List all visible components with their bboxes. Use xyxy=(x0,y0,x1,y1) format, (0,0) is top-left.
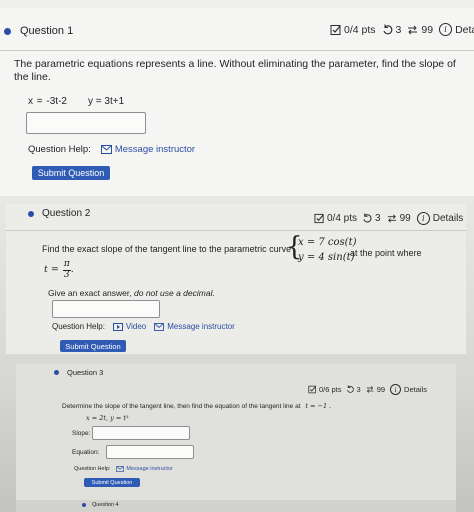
question-1-points: 0/4 pts xyxy=(344,23,376,36)
t-equals: t = xyxy=(44,264,59,276)
page: Question 1 0/4 pts 3 99 i Deta The param… xyxy=(0,0,474,512)
question-3-meta: 0/6 pts 3 99 i Details xyxy=(308,384,427,395)
question-1-answer-input[interactable] xyxy=(26,112,146,134)
message-instructor-link[interactable]: Message instructor xyxy=(115,144,195,155)
question-2-prompt: Find the exact slope of the tangent line… xyxy=(42,244,292,254)
mail-icon[interactable] xyxy=(116,466,125,472)
t-denominator: 3 xyxy=(63,269,70,280)
retry-icon xyxy=(346,385,354,393)
at-point-text: at the point where xyxy=(350,248,422,258)
question-2-retries: 3 xyxy=(375,213,381,224)
equation-label: Equation: xyxy=(72,449,100,456)
question-help-label: Question Help: xyxy=(28,144,91,155)
question-3-points: 0/6 pts xyxy=(319,385,342,394)
score-check-icon xyxy=(314,213,324,224)
question-4-header: Question 4 xyxy=(82,502,119,508)
note-emphasis: do not use a decimal. xyxy=(134,288,215,298)
divider xyxy=(0,50,474,51)
question-1-attempts: 99 xyxy=(421,23,434,36)
slope-label: Slope: xyxy=(72,430,91,437)
info-icon[interactable]: i xyxy=(416,212,430,225)
info-icon[interactable]: i xyxy=(439,23,453,36)
question-help-label: Question Help: xyxy=(74,466,111,472)
t-value: t = π 3 . xyxy=(44,259,74,281)
question-2-attempts: 99 xyxy=(399,213,411,224)
question-help-label: Question Help: xyxy=(52,322,105,331)
slope-input[interactable] xyxy=(92,426,190,440)
score-check-icon xyxy=(308,385,316,394)
prompt-text: Determine the slope of the tangent line,… xyxy=(62,403,301,410)
t-value: t = −1 . xyxy=(305,402,332,410)
divider xyxy=(6,230,466,231)
info-icon[interactable]: i xyxy=(390,384,402,395)
note-text: Give an exact answer, xyxy=(48,288,132,298)
question-4-title: Question 4 xyxy=(92,502,119,508)
question-1-retries: 3 xyxy=(395,23,402,36)
video-icon[interactable] xyxy=(112,322,123,331)
message-instructor-link[interactable]: Message instructor xyxy=(167,322,235,331)
question-2-details-link[interactable]: Details xyxy=(433,213,464,224)
question-1-equation-y: y = 3t+1 xyxy=(88,96,125,107)
question-2-header: Question 2 xyxy=(28,208,90,219)
attempts-arrows-icon xyxy=(387,214,396,223)
curve-equation-y: y = 4 sin(t) xyxy=(298,252,355,263)
question-2-note: Give an exact answer, do not use a decim… xyxy=(48,288,215,299)
message-instructor-link[interactable]: Message instructor xyxy=(126,466,172,472)
question-1-equation-x: x = -3t-2 xyxy=(28,96,67,107)
question-1-details-link[interactable]: Deta xyxy=(455,24,474,36)
question-3-details-link[interactable]: Details xyxy=(404,385,427,394)
question-dot-icon xyxy=(28,210,34,217)
question-2-meta: 0/4 pts 3 99 i Details xyxy=(314,212,463,225)
mail-icon[interactable] xyxy=(100,145,112,154)
submit-question-2-button[interactable]: Submit Question xyxy=(60,340,126,352)
submit-question-3-button[interactable]: Submit Question xyxy=(84,478,140,487)
question-1-header: Question 1 xyxy=(4,25,73,37)
video-link[interactable]: Video xyxy=(126,322,146,331)
attempts-arrows-icon xyxy=(408,25,418,34)
question-1-help: Question Help: Message instructor xyxy=(28,144,195,155)
question-1-card: Question 1 0/4 pts 3 99 i Deta The param… xyxy=(0,8,474,196)
t-fraction: π 3 xyxy=(62,259,71,281)
score-check-icon xyxy=(330,24,341,35)
question-2-card: Question 2 0/4 pts 3 99 i Details Find t… xyxy=(6,204,466,354)
question-3-header: Question 3 xyxy=(54,368,103,377)
retry-icon xyxy=(383,24,392,34)
t-period: . xyxy=(70,264,74,276)
question-3-retries: 3 xyxy=(356,385,361,394)
attempts-arrows-icon xyxy=(366,386,374,393)
question-1-title: Question 1 xyxy=(20,25,74,37)
question-3-help: Question Help: Message instructor xyxy=(74,466,173,472)
question-2-help: Question Help: Video Message instructor xyxy=(52,322,235,331)
question-3-card: Question 3 0/6 pts 3 99 i Details Determ… xyxy=(16,364,456,500)
question-dot-icon xyxy=(82,503,86,507)
equation-input[interactable] xyxy=(106,445,194,459)
question-2-title: Question 2 xyxy=(42,208,91,219)
question-2-answer-input[interactable] xyxy=(52,300,160,318)
question-4-card: Question 4 xyxy=(16,500,456,512)
question-3-equations: x = 2t, y = t³ xyxy=(86,414,129,422)
question-3-prompt: Determine the slope of the tangent line,… xyxy=(62,402,331,411)
retry-icon xyxy=(363,213,372,223)
question-1-meta: 0/4 pts 3 99 i Deta xyxy=(330,23,474,36)
current-question-dot-icon xyxy=(4,27,11,35)
question-3-attempts: 99 xyxy=(376,385,386,394)
question-2-points: 0/4 pts xyxy=(327,213,358,224)
mail-icon[interactable] xyxy=(154,322,165,331)
question-3-title: Question 3 xyxy=(67,368,104,377)
submit-question-1-button[interactable]: Submit Question xyxy=(32,166,110,180)
curve-equation-x: x = 7 cos(t) xyxy=(298,237,357,248)
question-dot-icon xyxy=(54,370,59,375)
question-1-prompt: The parametric equations represents a li… xyxy=(14,58,456,84)
